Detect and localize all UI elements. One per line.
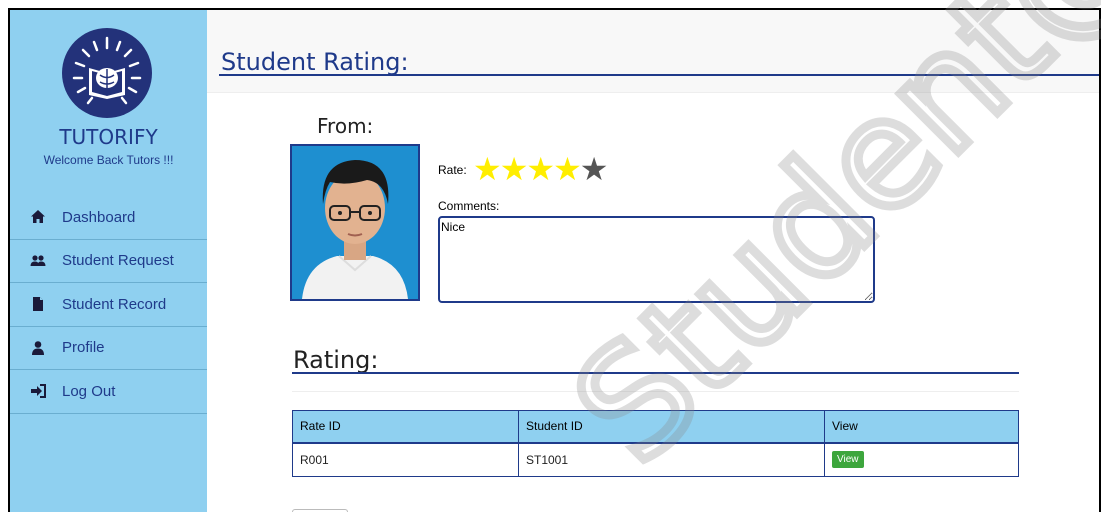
app-window: TUTORIFY Welcome Back Tutors !!! Dashboa… [8, 8, 1101, 512]
star-filled-icon: ★ [553, 150, 582, 188]
sign-out-icon [30, 383, 46, 399]
star-filled-icon: ★ [499, 150, 529, 188]
sidebar-item-dashboard[interactable]: Dashboard [10, 196, 207, 240]
page-title: Student Rating: [221, 48, 409, 76]
column-header-view: View [824, 410, 1019, 444]
rating-table: Rate ID Student ID View R001 ST1001 View [292, 410, 1019, 477]
main-content: Student Rating: From: Rate: ★★★★★ Commen… [207, 10, 1099, 512]
home-icon [30, 209, 46, 225]
rating-divider [292, 372, 1019, 374]
table-header-row: Rate ID Student ID View [292, 410, 1019, 444]
sidebar-item-label: Profile [62, 339, 105, 357]
rate-label: Rate: [438, 163, 467, 177]
rating-section-title: Rating: [293, 346, 379, 374]
student-photo [290, 144, 420, 301]
star-filled-icon: ★ [526, 150, 555, 188]
sidebar-item-label: Student Record [62, 295, 167, 313]
view-button[interactable]: View [832, 451, 864, 469]
table-row: R001 ST1001 View [292, 442, 1019, 477]
brand-name: TUTORIFY [59, 125, 158, 149]
column-header-rate-id: Rate ID [292, 410, 519, 444]
comments-label: Comments: [438, 199, 500, 213]
sidebar-item-profile[interactable]: Profile [10, 327, 207, 370]
sidebar-item-student-record[interactable]: Student Record [10, 283, 207, 327]
sidebar-item-label: Student Request [62, 252, 174, 270]
column-header-student-id: Student ID [518, 410, 825, 444]
cell-student-id: ST1001 [518, 442, 825, 477]
sidebar: TUTORIFY Welcome Back Tutors !!! Dashboa… [10, 10, 207, 512]
sidebar-item-student-request[interactable]: Student Request [10, 240, 207, 283]
logo [62, 28, 152, 118]
star-empty-icon: ★ [579, 150, 609, 188]
cell-view: View [824, 442, 1019, 477]
comments-field[interactable]: Nice [438, 216, 875, 303]
file-icon [30, 296, 46, 312]
from-label: From: [317, 114, 374, 138]
users-icon [30, 253, 46, 269]
sidebar-item-label: Dashboard [62, 208, 136, 226]
user-icon [30, 340, 46, 356]
sidebar-nav: Dashboard Student Request Student Record… [10, 196, 207, 414]
sidebar-item-logout[interactable]: Log Out [10, 370, 207, 414]
sidebar-item-label: Log Out [62, 382, 116, 400]
cell-rate-id: R001 [292, 442, 519, 477]
star-rating: ★★★★★ [473, 150, 609, 188]
star-filled-icon: ★ [473, 150, 502, 188]
welcome-text: Welcome Back Tutors !!! [43, 153, 174, 167]
title-divider [219, 74, 1099, 76]
rating-subdivider [292, 391, 1019, 392]
